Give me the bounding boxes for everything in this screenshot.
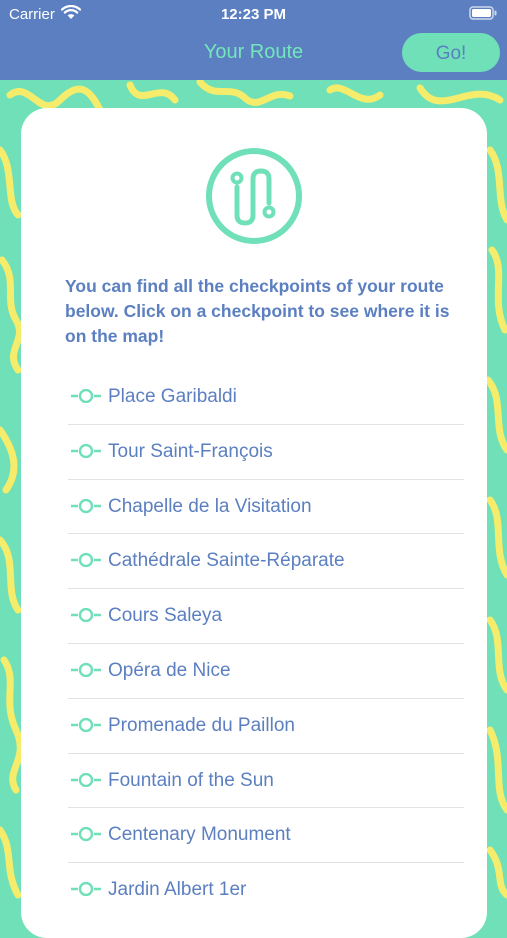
checkpoint-row[interactable]: Promenade du Paillon — [68, 699, 464, 754]
checkpoint-icon — [71, 772, 101, 787]
checkpoint-icon — [71, 717, 101, 732]
battery-icon — [469, 6, 497, 20]
checkpoint-icon — [71, 662, 101, 677]
checkpoint-row[interactable]: Fountain of the Sun — [68, 754, 464, 809]
checkpoint-label: Promenade du Paillon — [108, 714, 295, 736]
checkpoint-row[interactable]: Centenary Monument — [68, 808, 464, 864]
status-time: 12:23 PM — [220, 6, 287, 23]
go-button[interactable]: Go! — [402, 33, 500, 72]
status-bar: Carrier 12:23 PM — [0, 0, 507, 28]
checkpoint-row[interactable]: Place Garibaldi — [68, 370, 464, 425]
checkpoint-row[interactable]: Chapelle de la Visitation — [68, 480, 464, 535]
checkpoint-icon — [71, 389, 101, 403]
checkpoint-list: Place Garibaldi Tour Saint-François Chap… — [68, 370, 464, 917]
checkpoint-icon — [71, 443, 101, 458]
checkpoint-row[interactable]: Jardin Albert 1er — [68, 863, 464, 917]
checkpoint-row[interactable]: Cours Saleya — [68, 589, 464, 644]
checkpoint-row[interactable]: Cathédrale Sainte-Réparate — [68, 534, 464, 590]
navigation-bar: Carrier 12:23 PM Your Route Go! — [0, 0, 507, 80]
route-card: You can find all the checkpoints of your… — [21, 108, 487, 938]
checkpoint-row[interactable]: Tour Saint-François — [68, 425, 464, 480]
checkpoint-icon — [71, 882, 101, 897]
checkpoint-label: Centenary Monument — [108, 824, 291, 846]
route-description: You can find all the checkpoints of your… — [65, 276, 450, 346]
checkpoint-icon — [71, 608, 101, 623]
checkpoint-label: Jardin Albert 1er — [108, 879, 247, 901]
checkpoint-label: Tour Saint-François — [108, 440, 273, 462]
checkpoint-label: Cours Saleya — [108, 605, 223, 627]
checkpoint-label: Cathédrale Sainte-Réparate — [108, 550, 345, 572]
checkpoint-label: Opéra de Nice — [108, 659, 231, 681]
checkpoint-icon — [71, 827, 101, 842]
route-logo-icon — [206, 148, 302, 244]
checkpoint-label: Chapelle de la Visitation — [108, 495, 312, 517]
checkpoint-label: Place Garibaldi — [108, 386, 237, 407]
checkpoint-icon — [71, 553, 101, 568]
checkpoint-label: Fountain of the Sun — [108, 769, 274, 791]
checkpoint-icon — [71, 498, 101, 513]
checkpoint-row[interactable]: Opéra de Nice — [68, 644, 464, 699]
